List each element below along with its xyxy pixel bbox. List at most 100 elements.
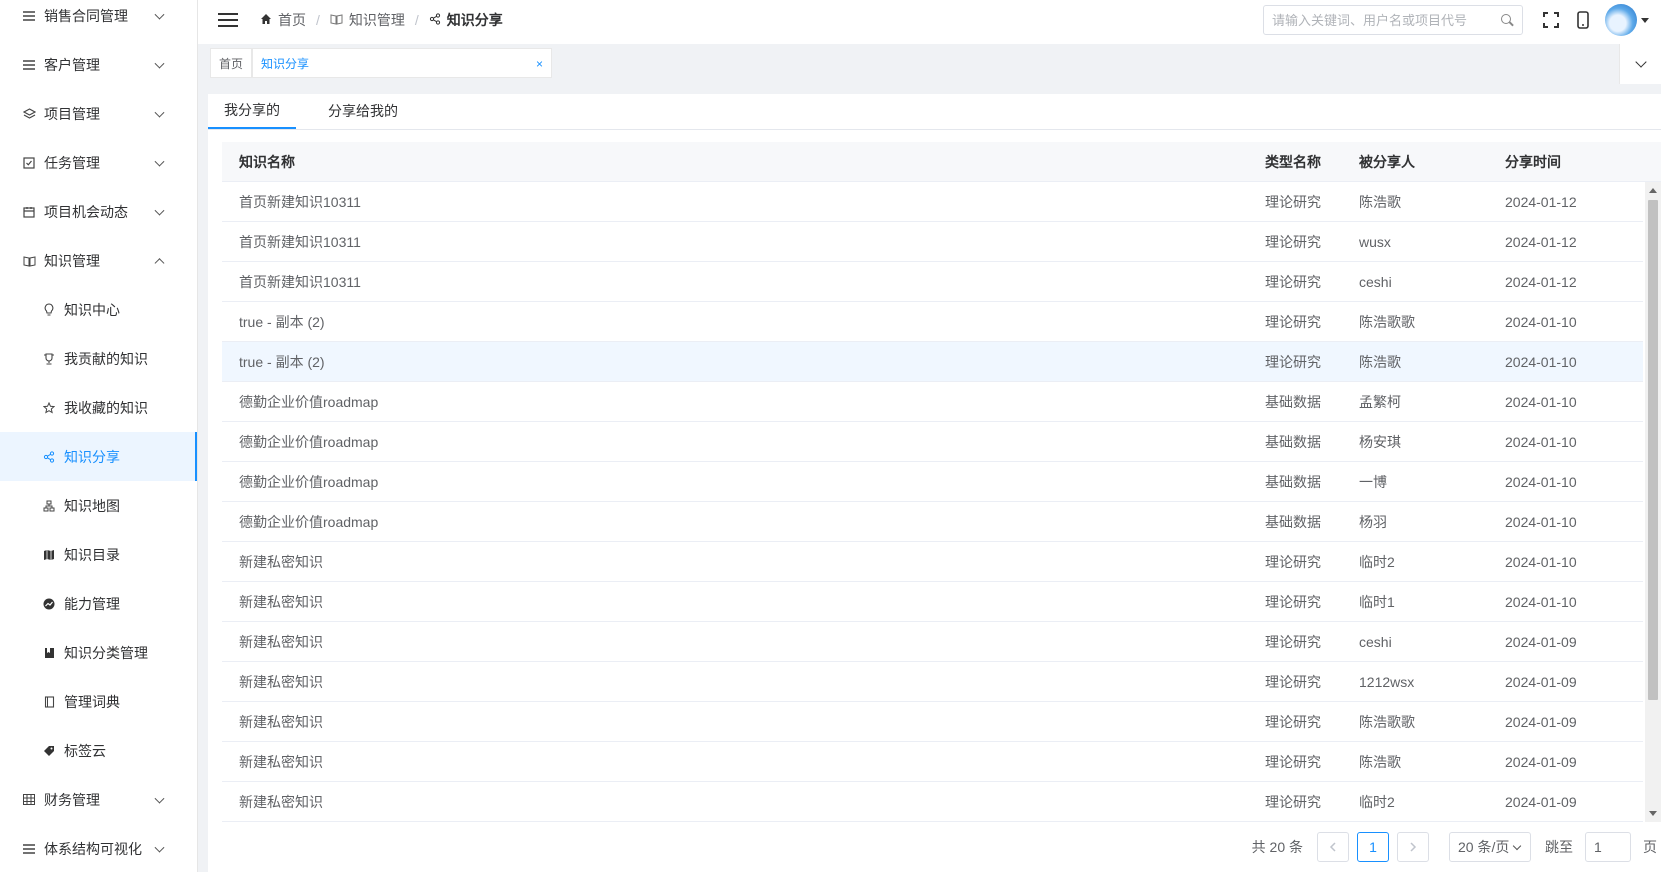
cell-knowledge-name: 德勤企业价值roadmap bbox=[239, 393, 379, 410]
fullscreen-icon[interactable] bbox=[1541, 10, 1561, 30]
table-row[interactable]: 德勤企业价值roadmap 基础数据 杨羽 2024-01-10 bbox=[222, 502, 1643, 542]
table-row[interactable]: 首页新建知识10311 理论研究 ceshi 2024-01-12 bbox=[222, 262, 1643, 302]
cell-share-time: 2024-01-09 bbox=[1505, 753, 1577, 770]
sidebar-sub-knowledge-map[interactable]: 知识地图 bbox=[0, 481, 197, 530]
sidebar-sub-knowledge-share[interactable]: 知识分享 bbox=[0, 432, 197, 481]
table-row[interactable]: 新建私密知识 理论研究 陈浩歌 2024-01-09 bbox=[222, 742, 1643, 782]
star-icon bbox=[42, 401, 56, 415]
table-row[interactable]: 新建私密知识 理论研究 1212wsx 2024-01-09 bbox=[222, 662, 1643, 702]
cell-type-name: 理论研究 bbox=[1265, 713, 1321, 730]
breadcrumb-knowledge[interactable]: 知识管理 bbox=[330, 10, 405, 30]
hamburger-menu-icon[interactable] bbox=[218, 13, 238, 27]
sidebar-item-project[interactable]: 项目管理 bbox=[0, 89, 197, 138]
sidebar-sub-capability[interactable]: 能力管理 bbox=[0, 579, 197, 628]
sidebar-item-label: 管理词典 bbox=[64, 693, 120, 710]
tab-my-shares[interactable]: 我分享的 bbox=[208, 93, 296, 129]
table-row[interactable]: 新建私密知识 理论研究 临时2 2024-01-09 bbox=[222, 782, 1643, 822]
cell-knowledge-name: 首页新建知识10311 bbox=[239, 233, 361, 250]
header-type-name[interactable]: 类型名称 bbox=[1255, 152, 1355, 172]
table-row[interactable]: 首页新建知识10311 理论研究 陈浩歌 2024-01-12 bbox=[222, 182, 1643, 222]
table-row[interactable]: true - 副本 (2) 理论研究 陈浩歌 2024-01-10 bbox=[222, 342, 1643, 382]
calendar-icon bbox=[22, 205, 36, 219]
next-page-button[interactable] bbox=[1397, 832, 1429, 862]
avatar-caret-icon[interactable] bbox=[1641, 17, 1649, 23]
sidebar-sub-knowledge-center[interactable]: 知识中心 bbox=[0, 285, 197, 334]
cell-knowledge-name: 新建私密知识 bbox=[239, 673, 323, 690]
prev-page-button[interactable] bbox=[1317, 832, 1349, 862]
scroll-down-icon[interactable] bbox=[1649, 811, 1657, 816]
cell-type-name: 理论研究 bbox=[1265, 313, 1321, 330]
scroll-thumb[interactable] bbox=[1648, 200, 1658, 700]
search-icon[interactable] bbox=[1500, 13, 1514, 27]
sidebar-item-label: 我收藏的知识 bbox=[64, 399, 148, 416]
table-row[interactable]: 德勤企业价值roadmap 基础数据 孟繁柯 2024-01-10 bbox=[222, 382, 1643, 422]
table-row[interactable]: 新建私密知识 理论研究 临时2 2024-01-10 bbox=[222, 542, 1643, 582]
lightbulb-icon bbox=[42, 303, 56, 317]
share-table: 知识名称 类型名称 被分享人 分享时间 首页新建知识10311 理论研究 陈浩歌 20… bbox=[222, 142, 1661, 822]
checkbox-icon bbox=[22, 156, 36, 170]
map-icon bbox=[42, 548, 56, 562]
cell-share-time: 2024-01-10 bbox=[1505, 393, 1577, 410]
cell-type-name: 理论研究 bbox=[1265, 353, 1321, 370]
top-header: 首页 / 知识管理 / 知识分享 bbox=[198, 0, 1661, 40]
sidebar-item-finance[interactable]: 财务管理 bbox=[0, 775, 197, 824]
cell-knowledge-name: 首页新建知识10311 bbox=[239, 193, 361, 210]
tag-knowledge-share[interactable]: 知识分享 × bbox=[252, 48, 552, 78]
tags-dropdown[interactable] bbox=[1619, 44, 1661, 84]
main-content: 我分享的 分享给我的 知识名称 类型名称 被分享人 分享时间 首页新建知识103… bbox=[198, 84, 1661, 872]
cell-share-time: 2024-01-10 bbox=[1505, 473, 1577, 490]
sidebar-item-label: 我贡献的知识 bbox=[64, 350, 148, 367]
cell-shared-with: 临时2 bbox=[1359, 793, 1395, 810]
tab-shared-with-me[interactable]: 分享给我的 bbox=[312, 93, 414, 129]
jump-page-input[interactable] bbox=[1585, 832, 1631, 862]
sidebar-item-label: 知识地图 bbox=[64, 497, 120, 514]
tag-home[interactable]: 首页 bbox=[210, 48, 253, 78]
user-avatar[interactable] bbox=[1605, 4, 1637, 36]
global-search[interactable] bbox=[1263, 5, 1523, 35]
bookmark-book-icon bbox=[42, 646, 56, 660]
table-row[interactable]: true - 副本 (2) 理论研究 陈浩歌歌 2024-01-10 bbox=[222, 302, 1643, 342]
sidebar-item-knowledge[interactable]: 知识管理 bbox=[0, 236, 197, 285]
cell-type-name: 理论研究 bbox=[1265, 753, 1321, 770]
sidebar-sub-knowledge-catalog[interactable]: 知识目录 bbox=[0, 530, 197, 579]
table-row[interactable]: 新建私密知识 理论研究 临时1 2024-01-10 bbox=[222, 582, 1643, 622]
page-button-1[interactable]: 1 bbox=[1357, 832, 1389, 862]
header-share-time[interactable]: 分享时间 bbox=[1505, 152, 1661, 172]
table-row[interactable]: 新建私密知识 理论研究 陈浩歌歌 2024-01-09 bbox=[222, 702, 1643, 742]
sidebar-item-architecture[interactable]: 体系结构可视化 bbox=[0, 824, 197, 872]
close-icon[interactable]: × bbox=[536, 57, 543, 71]
sidebar-sub-category[interactable]: 知识分类管理 bbox=[0, 628, 197, 677]
search-input[interactable] bbox=[1272, 12, 1500, 28]
sidebar-sub-my-contributions[interactable]: 我贡献的知识 bbox=[0, 334, 197, 383]
cell-knowledge-name: 新建私密知识 bbox=[239, 553, 323, 570]
chevron-up-icon bbox=[154, 257, 165, 268]
share-panel: 我分享的 分享给我的 知识名称 类型名称 被分享人 分享时间 首页新建知识103… bbox=[208, 94, 1661, 872]
cell-shared-with: 陈浩歌 bbox=[1359, 193, 1401, 210]
sidebar-sub-tag-cloud[interactable]: 标签云 bbox=[0, 726, 197, 775]
table-scrollbar[interactable] bbox=[1645, 182, 1661, 822]
cell-type-name: 理论研究 bbox=[1265, 633, 1321, 650]
page-size-select[interactable]: 20 条/页 bbox=[1449, 832, 1531, 862]
sidebar-item-task[interactable]: 任务管理 bbox=[0, 138, 197, 187]
header-shared-with[interactable]: 被分享人 bbox=[1355, 152, 1505, 172]
cell-knowledge-name: 德勤企业价值roadmap bbox=[239, 473, 379, 490]
sidebar-sub-my-favorites[interactable]: 我收藏的知识 bbox=[0, 383, 197, 432]
table-row[interactable]: 德勤企业价值roadmap 基础数据 杨安琪 2024-01-10 bbox=[222, 422, 1643, 462]
scroll-up-icon[interactable] bbox=[1649, 188, 1657, 193]
table-row[interactable]: 德勤企业价值roadmap 基础数据 一博 2024-01-10 bbox=[222, 462, 1643, 502]
sidebar-item-label: 体系结构可视化 bbox=[44, 840, 142, 857]
table-row[interactable]: 新建私密知识 理论研究 ceshi 2024-01-09 bbox=[222, 622, 1643, 662]
sidebar-item-sales-contract[interactable]: 销售合同管理 bbox=[0, 0, 197, 40]
breadcrumb-home[interactable]: 首页 bbox=[260, 10, 306, 30]
mobile-icon[interactable] bbox=[1573, 10, 1593, 30]
cell-share-time: 2024-01-10 bbox=[1505, 553, 1577, 570]
header-knowledge-name[interactable]: 知识名称 bbox=[222, 152, 1255, 172]
sidebar-sub-dictionary[interactable]: 管理词典 bbox=[0, 677, 197, 726]
cell-type-name: 理论研究 bbox=[1265, 593, 1321, 610]
cell-type-name: 理论研究 bbox=[1265, 193, 1321, 210]
sidebar-item-customer[interactable]: 客户管理 bbox=[0, 40, 197, 89]
cell-shared-with: ceshi bbox=[1359, 633, 1392, 650]
dictionary-icon bbox=[42, 695, 56, 709]
table-row[interactable]: 首页新建知识10311 理论研究 wusx 2024-01-12 bbox=[222, 222, 1643, 262]
sidebar-item-opportunity[interactable]: 项目机会动态 bbox=[0, 187, 197, 236]
